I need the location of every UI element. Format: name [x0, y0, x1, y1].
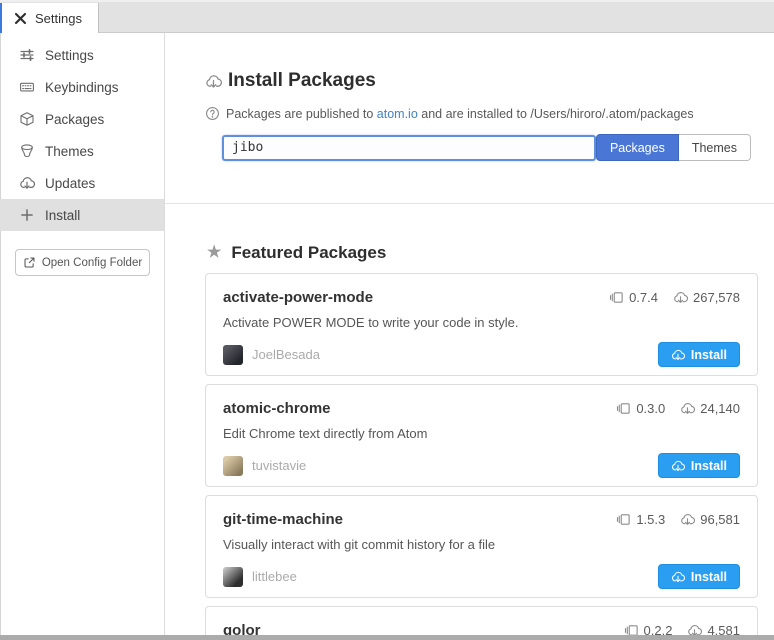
avatar[interactable]	[223, 567, 243, 587]
sidebar-item-label: Updates	[45, 176, 95, 191]
plus-icon	[19, 207, 35, 223]
window-body: Settings Keybindings Packages Themes Upd…	[0, 33, 774, 640]
package-description: Visually interact with git commit histor…	[223, 537, 740, 552]
package-description: Activate POWER MODE to write your code i…	[223, 315, 740, 330]
install-button[interactable]: Install	[658, 453, 740, 478]
publish-info-text: Packages are published to atom.io and ar…	[226, 107, 694, 121]
cloud-download-icon	[680, 512, 695, 527]
avatar[interactable]	[223, 345, 243, 365]
cloud-download-icon	[680, 401, 695, 416]
cloud-download-icon	[671, 570, 685, 584]
sidebar-item-updates[interactable]: Updates	[0, 167, 164, 199]
featured-packages-list: activate-power-mode 0.7.4 267,578	[205, 273, 758, 640]
tab-settings[interactable]: Settings	[0, 3, 99, 33]
package-name[interactable]: git-time-machine	[223, 511, 343, 528]
settings-sidebar: Settings Keybindings Packages Themes Upd…	[0, 33, 165, 640]
tools-icon	[13, 11, 28, 26]
filter-themes-button[interactable]: Themes	[679, 134, 751, 161]
package-downloads: 96,581	[680, 512, 740, 527]
cloud-download-icon	[19, 175, 35, 191]
page-title: Install Packages	[205, 70, 758, 92]
package-icon	[19, 111, 35, 127]
cloud-download-icon	[205, 73, 222, 90]
package-version: 0.7.4	[609, 290, 658, 305]
install-button[interactable]: Install	[658, 342, 740, 367]
package-downloads: 24,140	[680, 401, 740, 416]
package-name[interactable]: activate-power-mode	[223, 289, 373, 306]
install-button[interactable]: Install	[658, 564, 740, 589]
question-circle-icon	[205, 106, 220, 121]
package-author[interactable]: tuvistavie	[252, 458, 306, 473]
package-search-input[interactable]	[222, 135, 596, 161]
avatar[interactable]	[223, 456, 243, 476]
package-downloads: 267,578	[673, 290, 740, 305]
package-meta: 0.7.4 267,578	[609, 290, 740, 305]
search-row: Packages Themes	[222, 134, 758, 161]
publish-info-line: Packages are published to atom.io and ar…	[205, 106, 758, 121]
featured-packages-title: Featured Packages	[231, 243, 386, 263]
open-config-folder-button[interactable]: Open Config Folder	[15, 249, 150, 276]
star-icon: ★	[207, 245, 221, 261]
atom-settings-window: Settings Settings Keybindings Packages T…	[0, 0, 774, 640]
cloud-download-icon	[671, 348, 685, 362]
package-card-atomic-chrome: atomic-chrome 0.3.0 24,140	[205, 384, 758, 487]
package-version: 0.3.0	[616, 401, 665, 416]
sidebar-item-label: Settings	[45, 48, 94, 63]
package-meta: 1.5.3 96,581	[616, 512, 740, 527]
sidebar-item-label: Keybindings	[45, 80, 119, 95]
install-packages-panel: Install Packages Packages are published …	[165, 33, 774, 640]
window-bottom-edge	[0, 635, 774, 640]
package-card-activate-power-mode: activate-power-mode 0.7.4 267,578	[205, 273, 758, 376]
sidebar-item-themes[interactable]: Themes	[0, 135, 164, 167]
filter-button-group: Packages Themes	[596, 134, 751, 161]
featured-packages-heading: ★ Featured Packages	[205, 243, 758, 263]
package-version: 1.5.3	[616, 512, 665, 527]
versions-icon	[616, 401, 631, 416]
versions-icon	[609, 290, 624, 305]
package-meta: 0.3.0 24,140	[616, 401, 740, 416]
package-author[interactable]: littlebee	[252, 569, 297, 584]
tab-label: Settings	[35, 11, 82, 26]
sidebar-item-label: Install	[45, 208, 80, 223]
section-divider	[165, 203, 774, 204]
package-author[interactable]: JoelBesada	[252, 347, 320, 362]
sidebar-item-label: Themes	[45, 144, 94, 159]
atom-io-link[interactable]: atom.io	[377, 107, 418, 121]
versions-icon	[616, 512, 631, 527]
cloud-download-icon	[673, 290, 688, 305]
sidebar-item-settings[interactable]: Settings	[0, 39, 164, 71]
paint-bucket-icon	[19, 143, 35, 159]
tab-bar: Settings	[0, 0, 774, 33]
page-title-text: Install Packages	[228, 70, 376, 92]
package-description: Edit Chrome text directly from Atom	[223, 426, 740, 441]
open-config-folder-label: Open Config Folder	[42, 257, 142, 269]
keyboard-icon	[19, 79, 35, 95]
package-name[interactable]: atomic-chrome	[223, 400, 331, 417]
sidebar-item-label: Packages	[45, 112, 104, 127]
sidebar-item-packages[interactable]: Packages	[0, 103, 164, 135]
filter-packages-button[interactable]: Packages	[596, 134, 679, 161]
package-card-git-time-machine: git-time-machine 1.5.3 96,581	[205, 495, 758, 598]
external-link-icon	[23, 256, 36, 269]
cloud-download-icon	[671, 459, 685, 473]
sidebar-item-keybindings[interactable]: Keybindings	[0, 71, 164, 103]
sidebar-item-install[interactable]: Install	[0, 199, 164, 231]
sliders-icon	[19, 47, 35, 63]
